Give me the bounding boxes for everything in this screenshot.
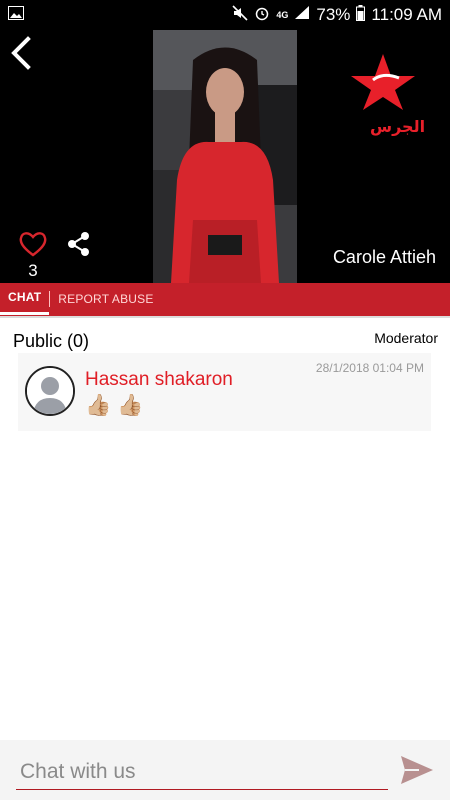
- moderator-label: Moderator: [374, 330, 438, 346]
- alarm-icon: [254, 5, 270, 26]
- share-button[interactable]: [65, 230, 93, 258]
- send-icon: [401, 756, 433, 784]
- network-type: 4G: [276, 9, 289, 20]
- signal-icon: [294, 5, 310, 25]
- message-sender: Hassan shakaron: [85, 369, 233, 390]
- video-frame-image: [153, 30, 297, 283]
- tab-underline: [0, 316, 450, 318]
- channel-logo-text: الجرس: [370, 117, 426, 136]
- send-button[interactable]: [399, 754, 435, 786]
- like-count: 3: [28, 261, 38, 280]
- back-arrow-icon: [11, 36, 31, 70]
- clock: 11:09 AM: [371, 5, 442, 24]
- tab-bar: CHAT REPORT ABUSE: [0, 283, 450, 316]
- tab-chat[interactable]: CHAT: [0, 282, 50, 315]
- message-timestamp: 28/1/2018 01:04 PM: [315, 361, 424, 375]
- tab-report-abuse[interactable]: REPORT ABUSE: [50, 282, 161, 315]
- avatar: [25, 366, 75, 416]
- back-button[interactable]: [6, 36, 36, 70]
- mute-icon: [232, 4, 248, 26]
- public-channel-label: Public (0): [13, 331, 90, 351]
- gallery-notification-icon: [8, 5, 24, 25]
- host-name: Carole Attieh: [332, 247, 436, 267]
- message-text: 👍🏼 👍🏼: [85, 394, 144, 417]
- channel-logo: [343, 52, 423, 112]
- battery-icon: [356, 4, 366, 26]
- battery-percent: 73%: [316, 5, 351, 24]
- video-stream[interactable]: [153, 30, 297, 283]
- user-placeholder-icon: [27, 368, 73, 414]
- chat-input[interactable]: [16, 754, 388, 790]
- chat-message: Hassan shakaron 28/1/2018 01:04 PM 👍🏼 👍🏼: [18, 353, 431, 431]
- heart-icon: [19, 232, 47, 257]
- like-button[interactable]: [18, 230, 48, 258]
- live-video-area: الجرس 3 Carole Attieh: [0, 30, 450, 283]
- chat-composer: [0, 740, 450, 800]
- status-bar: 4G 73% 11:09 AM: [0, 0, 450, 30]
- share-icon: [68, 232, 89, 256]
